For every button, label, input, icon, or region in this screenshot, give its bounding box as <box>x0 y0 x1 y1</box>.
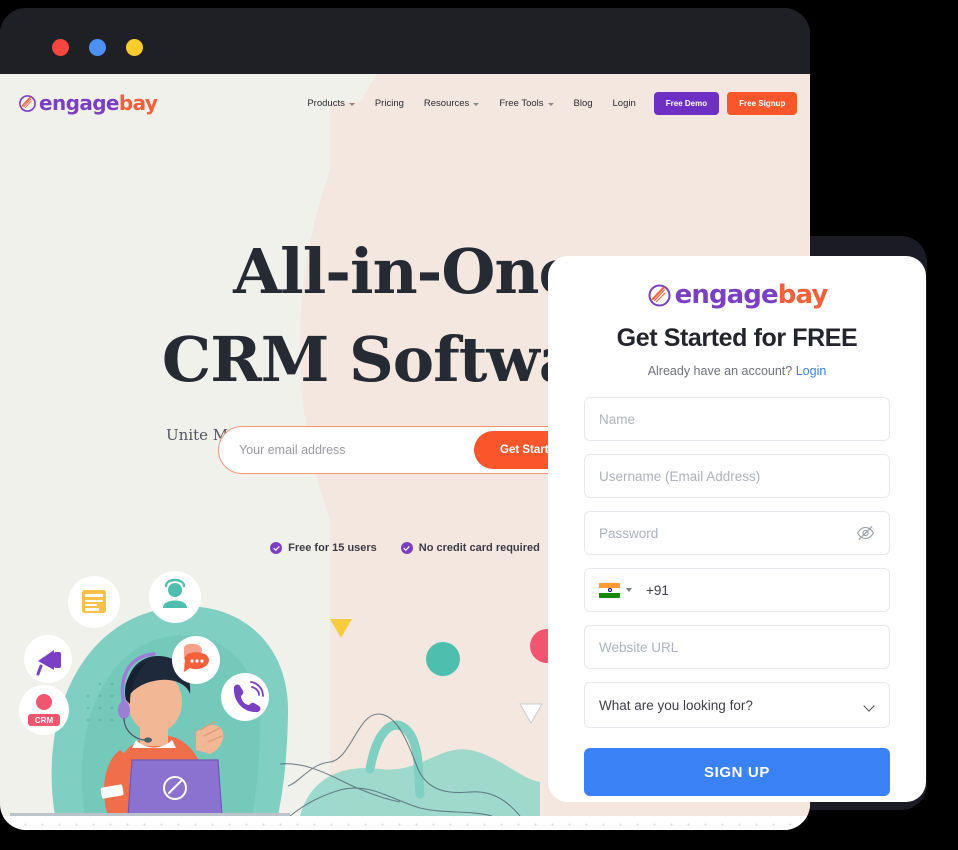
logo-text-bay: bay <box>118 91 158 115</box>
engagebay-logo-icon <box>648 284 671 306</box>
country-selector[interactable] <box>599 582 632 598</box>
username-input[interactable] <box>599 455 875 497</box>
trust-badge-free-users: Free for 15 users <box>270 542 377 554</box>
signup-logo-engage: engage <box>674 280 779 310</box>
trust-badge-label: Free for 15 users <box>288 542 377 554</box>
signup-title: Get Started for FREE <box>616 324 858 352</box>
looking-for-select[interactable]: What are you looking for? <box>584 682 890 728</box>
signup-card: engagebay Get Started for FREE Already h… <box>548 256 926 802</box>
feature-bubble-live-chat <box>172 636 220 684</box>
hero-email-form: Get Started <box>218 426 594 474</box>
chevron-down-icon <box>348 102 355 106</box>
engagebay-logo-icon <box>19 94 36 112</box>
white-triangle-decoration <box>519 703 543 724</box>
minimize-dot-icon[interactable] <box>89 39 106 56</box>
sign-up-button[interactable]: SIGN UP <box>584 748 890 796</box>
feature-bubble-marketing-megaphone <box>24 635 72 683</box>
password-field[interactable] <box>584 511 890 555</box>
nav-item-pricing[interactable]: Pricing <box>365 92 414 115</box>
feature-bubble-support-agent <box>149 571 201 623</box>
name-input[interactable] <box>599 398 875 440</box>
india-flag-icon <box>599 582 620 598</box>
nav-item-free-tools[interactable]: Free Tools <box>489 92 563 115</box>
free-signup-button[interactable]: Free Signup <box>727 91 798 115</box>
nav-item-login[interactable]: Login <box>603 92 646 115</box>
nav-label: Products <box>307 97 345 109</box>
website-field[interactable] <box>584 625 890 669</box>
nav-label: Resources <box>423 97 470 109</box>
website-input[interactable] <box>599 626 875 668</box>
feature-bubble-crm-contact: CRM <box>19 685 69 735</box>
feature-bubble-landing-page <box>68 576 120 628</box>
screenshot-stage: engagebay Products Pricing Resources Fre… <box>0 0 958 850</box>
nav-label: Login <box>612 97 636 109</box>
signup-account-prompt: Already have an account? Login <box>584 364 890 378</box>
eye-off-icon[interactable] <box>856 524 875 543</box>
check-circle-icon <box>270 542 283 554</box>
traffic-light-dots <box>52 39 143 56</box>
hero-heading-line1: All-in-One <box>233 235 578 308</box>
close-dot-icon[interactable] <box>52 39 69 56</box>
nav-label: Free Tools <box>499 97 544 109</box>
signup-login-link[interactable]: Login <box>796 364 827 378</box>
nav-item-products[interactable]: Products <box>297 92 365 115</box>
password-input[interactable] <box>599 512 875 554</box>
email-input[interactable] <box>219 443 474 457</box>
site-logo-text: engagebay <box>39 91 158 115</box>
trust-badge-no-credit-card: No credit card required <box>400 542 540 554</box>
free-demo-button[interactable]: Free Demo <box>653 91 720 115</box>
teal-circle-decoration <box>426 642 460 676</box>
phone-field[interactable]: +91 <box>584 568 890 612</box>
signup-logo-bay: bay <box>777 280 829 310</box>
navbar-links: Products Pricing Resources Free Tools Bl… <box>297 91 798 115</box>
chevron-down-icon <box>626 588 632 592</box>
chevron-down-icon <box>473 102 480 106</box>
nav-label: Pricing <box>374 97 404 109</box>
yellow-triangle-decoration <box>330 619 352 638</box>
nav-item-resources[interactable]: Resources <box>414 92 489 115</box>
nav-label: Blog <box>573 97 593 109</box>
chevron-down-icon <box>863 700 875 712</box>
signup-prompt-text: Already have an account? <box>647 364 793 378</box>
looking-for-label: What are you looking for? <box>599 697 753 713</box>
username-field[interactable] <box>584 454 890 498</box>
crm-badge-label: CRM <box>35 716 54 725</box>
nav-item-blog[interactable]: Blog <box>564 92 603 115</box>
signup-logo: engagebay <box>584 280 890 310</box>
maximize-dot-icon[interactable] <box>126 39 143 56</box>
chevron-down-icon <box>547 102 554 106</box>
name-field[interactable] <box>584 397 890 441</box>
trust-badge-label: No credit card required <box>418 542 540 554</box>
check-circle-icon <box>400 542 413 554</box>
feature-bubble-telephony <box>221 673 269 721</box>
signup-logo-text: engagebay <box>674 280 829 310</box>
browser-chrome <box>0 8 810 74</box>
country-code-label: +91 <box>646 582 669 598</box>
site-navbar: engagebay Products Pricing Resources Fre… <box>0 74 810 132</box>
social-proof-brand-strip: NEILPATEL Forbes Inc. Entrepreneur TCTec… <box>0 816 810 830</box>
logo-text-engage: engage <box>39 91 120 115</box>
site-logo[interactable]: engagebay <box>18 91 158 115</box>
